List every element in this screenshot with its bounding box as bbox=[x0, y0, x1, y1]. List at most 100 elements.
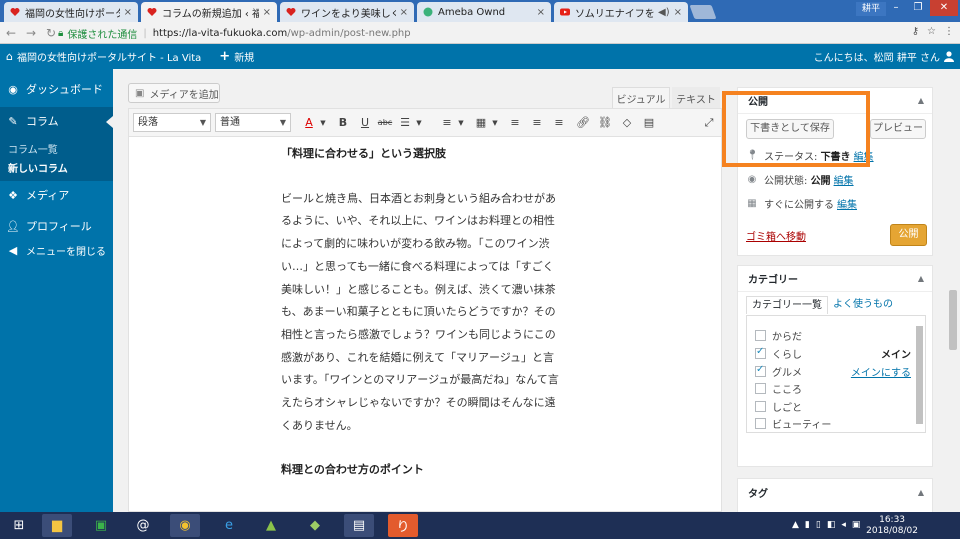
sidebar-item-media[interactable]: ❖ メディア bbox=[0, 181, 113, 209]
browser-menu-icon[interactable]: ⋮ bbox=[944, 26, 954, 37]
app-icon[interactable]: り bbox=[388, 514, 418, 537]
minimize-icon[interactable]: – bbox=[884, 0, 908, 16]
windows-start-icon[interactable]: ⊞ bbox=[4, 514, 34, 537]
new-content-label: 新規 bbox=[234, 53, 255, 64]
chrome-icon[interactable]: ◉ bbox=[170, 514, 200, 537]
internet-explorer-icon[interactable]: e bbox=[214, 514, 244, 537]
omnibox-divider: | bbox=[143, 28, 147, 39]
list-item[interactable]: からだ bbox=[755, 328, 802, 343]
site-home-link[interactable]: ⌂ 福岡の女性向けポータルサイト - La Vita bbox=[6, 49, 201, 64]
list-item[interactable]: ビューティー bbox=[755, 416, 831, 431]
tab-all-categories[interactable]: カテゴリー一覧 bbox=[746, 296, 828, 314]
browser-tab[interactable]: ソムリエナイフを使ったコ ◀) × bbox=[554, 2, 688, 22]
back-icon[interactable]: ← bbox=[2, 26, 20, 40]
trash-link[interactable]: ゴミ箱へ移動 bbox=[746, 228, 806, 243]
list-item[interactable]: しごと bbox=[755, 399, 802, 414]
tags-box-header[interactable]: タグ ▲ bbox=[738, 479, 932, 505]
home-icon: ⌂ bbox=[6, 50, 13, 63]
bookmark-star-icon[interactable]: ☆ bbox=[927, 26, 936, 37]
store-icon[interactable]: ▣ bbox=[86, 514, 116, 537]
bold-icon[interactable]: B bbox=[335, 115, 351, 131]
window-close-icon[interactable]: ✕ bbox=[930, 0, 958, 16]
underline-icon[interactable]: U bbox=[357, 115, 373, 131]
presentation-icon[interactable]: ▤ bbox=[344, 514, 374, 537]
font-size-select[interactable]: 普通 ▼ bbox=[215, 113, 291, 132]
photos-icon[interactable]: ▲ bbox=[256, 514, 286, 537]
chevron-down-icon[interactable]: ▼ bbox=[411, 115, 427, 131]
chevron-down-icon[interactable]: ▼ bbox=[487, 115, 503, 131]
link-icon[interactable]: 🔗︎ bbox=[575, 115, 591, 131]
align-right-icon[interactable]: ≡ bbox=[551, 115, 567, 131]
forward-icon[interactable]: → bbox=[22, 26, 40, 40]
category-checkbox[interactable] bbox=[755, 364, 766, 377]
collapse-toggle-icon[interactable]: ▲ bbox=[918, 488, 924, 497]
window-profile-badge[interactable]: 耕平 bbox=[856, 2, 886, 16]
add-media-button[interactable]: ▣ メディアを追加 bbox=[128, 83, 220, 103]
unlink-icon[interactable]: ⛓ bbox=[597, 115, 613, 131]
eraser-icon[interactable]: ◇ bbox=[619, 115, 635, 131]
content-heading: 「料理に合わせる」という選択肢 bbox=[281, 147, 446, 160]
fullscreen-icon[interactable]: ⤢ bbox=[701, 115, 717, 131]
categories-box-header[interactable]: カテゴリー ▲ bbox=[738, 266, 932, 292]
tab-visual[interactable]: ビジュアル bbox=[612, 87, 670, 109]
clock[interactable]: 16:33 2018/08/02 bbox=[866, 515, 918, 537]
make-primary-link[interactable]: メインにする bbox=[851, 364, 911, 379]
collapse-menu-button[interactable]: ◀ メニューを閉じる bbox=[0, 236, 113, 264]
editor-content[interactable]: 「料理に合わせる」という選択肢 ビールと焼き鳥、日本酒とお刺身という組み合わせが… bbox=[281, 143, 563, 504]
wp-admin-bar: ⌂ 福岡の女性向けポータルサイト - La Vita + 新規 こんにちは、松岡… bbox=[0, 44, 960, 69]
user-avatar-icon[interactable] bbox=[944, 51, 954, 62]
category-checkbox[interactable] bbox=[755, 401, 766, 412]
sidebar-item-column[interactable]: ✎ コラム bbox=[0, 107, 113, 135]
list-item[interactable]: くらし bbox=[755, 346, 802, 361]
publish-button[interactable]: 公開 bbox=[890, 224, 927, 246]
visibility-edit-link[interactable]: 編集 bbox=[834, 172, 854, 187]
tab-close-icon[interactable]: × bbox=[537, 7, 545, 18]
new-content-button[interactable]: + 新規 bbox=[219, 49, 254, 64]
tab-close-icon[interactable]: × bbox=[400, 7, 408, 18]
notes-icon[interactable]: ◆ bbox=[300, 514, 330, 537]
tab-text[interactable]: テキスト bbox=[672, 87, 720, 109]
file-explorer-icon[interactable]: ▆ bbox=[42, 514, 72, 537]
category-checkbox[interactable] bbox=[755, 330, 766, 341]
collapse-toggle-icon[interactable]: ▲ bbox=[918, 96, 924, 105]
tab-close-icon[interactable]: × bbox=[263, 7, 271, 18]
list-item[interactable]: こころ bbox=[755, 381, 802, 396]
paste-text-icon[interactable]: ▤ bbox=[641, 115, 657, 131]
format-select[interactable]: 段落 ▼ bbox=[133, 113, 211, 132]
category-scrollbar[interactable] bbox=[916, 326, 923, 424]
visibility-value: 公開 bbox=[810, 176, 831, 187]
restore-icon[interactable]: ❐ bbox=[906, 0, 930, 16]
preview-button[interactable]: プレビュー bbox=[870, 119, 926, 139]
page-scrollbar-thumb[interactable] bbox=[949, 290, 957, 350]
tab-close-icon[interactable]: × bbox=[674, 7, 682, 18]
list-item[interactable]: グルメ bbox=[755, 364, 802, 379]
tab-close-icon[interactable]: × bbox=[124, 7, 132, 18]
system-tray-icons[interactable]: ▲▮▯◧◂▣ bbox=[792, 520, 866, 530]
site-name: 福岡の女性向けポータルサイト - La Vita bbox=[16, 53, 202, 64]
align-center-icon[interactable]: ≡ bbox=[529, 115, 545, 131]
schedule-edit-link[interactable]: 編集 bbox=[837, 196, 857, 211]
mail-icon[interactable]: @ bbox=[128, 514, 158, 537]
key-icon[interactable]: ⚷ bbox=[912, 26, 919, 37]
browser-tab[interactable]: 福岡の女性向けポータルサイ × bbox=[4, 2, 138, 22]
tags-box-title: タグ bbox=[748, 488, 768, 500]
submenu-new-column[interactable]: 新しいコラム bbox=[8, 160, 68, 175]
strikethrough-icon[interactable]: abc bbox=[377, 115, 393, 131]
browser-tab[interactable]: ワインをより美味しく飲むため × bbox=[280, 2, 414, 22]
chevron-down-icon[interactable]: ▼ bbox=[453, 115, 469, 131]
new-tab-button[interactable] bbox=[689, 5, 717, 19]
submenu-column-list[interactable]: コラム一覧 bbox=[8, 141, 58, 156]
category-checkbox[interactable] bbox=[755, 418, 766, 429]
browser-tab-active[interactable]: コラムの新規追加 ‹ 福岡の × bbox=[141, 2, 277, 22]
omnibox[interactable]: 🔒︎ 保護された通信 | https://la-vita-fukuoka.com… bbox=[58, 25, 938, 42]
chevron-down-icon[interactable]: ▼ bbox=[315, 115, 331, 131]
collapse-toggle-icon[interactable]: ▲ bbox=[918, 274, 924, 283]
browser-tab[interactable]: Ameba Ownd × bbox=[417, 2, 551, 22]
category-checkbox[interactable] bbox=[755, 346, 766, 359]
howdy-user[interactable]: こんにちは、松岡 耕平 さん bbox=[814, 49, 940, 64]
category-checkbox[interactable] bbox=[755, 383, 766, 394]
tab-popular-categories[interactable]: よく使うもの bbox=[828, 296, 898, 314]
sidebar-item-dashboard[interactable]: ◉ ダッシュボード bbox=[0, 75, 113, 103]
align-left-icon[interactable]: ≡ bbox=[507, 115, 523, 131]
tab-audio-icon[interactable]: ◀) bbox=[658, 7, 670, 18]
